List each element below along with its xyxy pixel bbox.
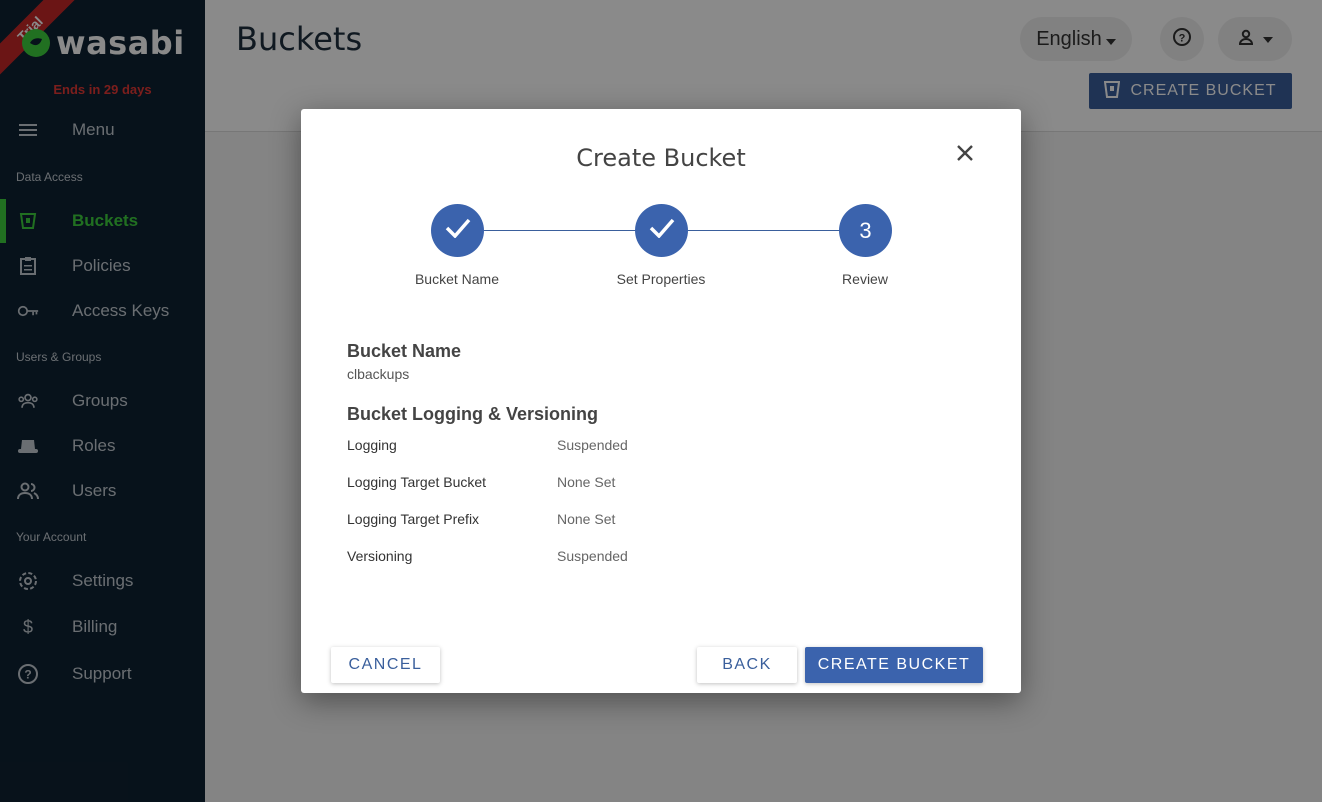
bucket-name-value: clbackups [347, 366, 410, 382]
dialog-title: Create Bucket [576, 144, 746, 172]
property-value-logging: Suspended [557, 437, 628, 453]
step-1-circle [431, 204, 484, 257]
close-button[interactable] [953, 143, 977, 167]
cancel-button[interactable]: CANCEL [331, 647, 440, 683]
property-value-target-bucket: None Set [557, 474, 616, 490]
checkmark-icon [649, 218, 675, 244]
property-key-versioning: Versioning [347, 548, 413, 564]
create-bucket-button[interactable]: CREATE BUCKET [805, 647, 983, 683]
create-bucket-dialog: Create Bucket 3 Bucket Name Set Properti… [301, 109, 1021, 693]
logging-versioning-heading: Bucket Logging & Versioning [347, 404, 599, 424]
step-3-label: Review [842, 271, 888, 287]
checkmark-icon [445, 218, 471, 244]
back-button[interactable]: BACK [697, 647, 797, 683]
property-key-target-prefix: Logging Target Prefix [347, 511, 480, 527]
step-3-circle: 3 [839, 204, 892, 257]
step-2-label: Set Properties [616, 271, 706, 287]
property-key-target-bucket: Logging Target Bucket [347, 474, 487, 490]
close-icon [956, 144, 974, 167]
property-key-logging: Logging [347, 437, 397, 453]
step-1-label: Bucket Name [414, 271, 500, 287]
stepper-connector [484, 230, 637, 231]
stepper-connector [688, 230, 841, 231]
property-value-versioning: Suspended [557, 548, 628, 564]
property-value-target-prefix: None Set [557, 511, 616, 527]
bucket-name-heading: Bucket Name [347, 341, 462, 361]
step-2-circle [635, 204, 688, 257]
